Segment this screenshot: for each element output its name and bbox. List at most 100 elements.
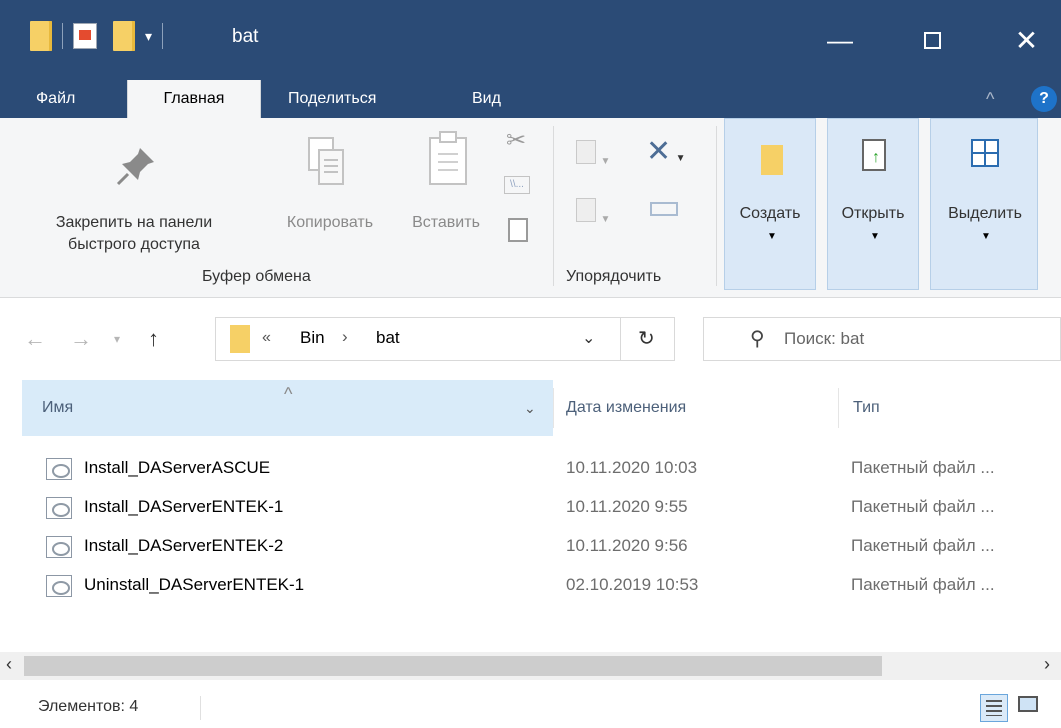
- close-icon: ✕: [1014, 24, 1039, 56]
- copy-to-button[interactable]: ▼: [576, 198, 620, 238]
- file-row[interactable]: Uninstall_DAServerENTEK-1 02.10.2019 10:…: [0, 567, 1061, 603]
- paste-shortcut-button[interactable]: [508, 218, 534, 246]
- address-bar[interactable]: « Bin › bat ⌄ ↻: [215, 317, 675, 361]
- copy-icon: [308, 137, 344, 185]
- search-box[interactable]: ⚲ Поиск: bat: [703, 317, 1061, 361]
- file-name: Install_DAServerASCUE: [84, 458, 271, 477]
- scissors-icon: ✂: [506, 127, 527, 154]
- horizontal-scrollbar[interactable]: ‹ ›: [0, 652, 1061, 680]
- file-type: Пакетный файл ...: [851, 497, 995, 516]
- details-view-button[interactable]: [980, 694, 1008, 722]
- batch-file-icon: [46, 575, 72, 597]
- pin-label-line1: Закрепить на панели: [55, 214, 213, 231]
- batch-file-icon: [46, 458, 72, 480]
- address-dropdown-icon[interactable]: ⌄: [582, 328, 595, 348]
- search-input[interactable]: Поиск: bat: [784, 329, 864, 349]
- chevron-down-icon: ▼: [870, 231, 880, 242]
- large-icons-view-icon: [1018, 696, 1038, 712]
- close-button[interactable]: ✕: [992, 0, 1061, 80]
- batch-file-icon: [46, 536, 72, 558]
- minimize-button[interactable]: —: [808, 0, 872, 80]
- move-to-button[interactable]: ▼: [576, 140, 620, 180]
- sort-ascending-icon: ^: [284, 384, 293, 404]
- scroll-right-icon[interactable]: ›: [1044, 654, 1050, 675]
- delete-icon: ✕: [646, 135, 672, 168]
- paste-shortcut-icon: [508, 218, 528, 242]
- up-icon[interactable]: ↑: [148, 326, 159, 352]
- file-date: 10.11.2020 9:55: [566, 497, 688, 516]
- search-icon: ⚲: [750, 328, 765, 350]
- forward-icon[interactable]: →: [70, 326, 92, 352]
- pin-label-line2: быстрого доступа: [68, 236, 200, 253]
- copy-label: Копировать: [286, 214, 374, 231]
- tab-home[interactable]: Главная: [127, 80, 261, 118]
- file-type: Пакетный файл ...: [851, 458, 995, 477]
- ribbon: Закрепить на панели быстрого доступа Коп…: [0, 118, 1061, 298]
- cut-button[interactable]: ✂: [506, 126, 538, 158]
- file-name: Install_DAServerENTEK-2: [84, 536, 284, 555]
- column-divider[interactable]: [553, 388, 554, 428]
- column-name[interactable]: Имя ^ ⌄: [22, 380, 553, 436]
- column-type[interactable]: Тип: [853, 380, 880, 436]
- navigation-bar: ← → ▾ ↑ « Bin › bat ⌄ ↻ ⚲ Поиск: bat: [0, 306, 1061, 370]
- file-row[interactable]: Install_DAServerENTEK-1 10.11.2020 9:55 …: [0, 489, 1061, 525]
- item-count: Элементов: 4: [38, 698, 139, 715]
- rename-button[interactable]: [650, 202, 690, 236]
- move-to-icon: [576, 140, 596, 164]
- create-button[interactable]: Создать ▼: [724, 118, 816, 290]
- separator: [200, 696, 201, 720]
- chevron-down-icon[interactable]: ⌄: [524, 380, 536, 436]
- separator: [62, 23, 63, 49]
- scroll-left-icon[interactable]: ‹: [6, 654, 12, 675]
- open-button[interactable]: ↑ Открыть ▼: [827, 118, 919, 290]
- file-row[interactable]: Install_DAServerENTEK-2 10.11.2020 9:56 …: [0, 528, 1061, 564]
- chevron-down-icon: ▼: [675, 153, 686, 164]
- paste-label: Вставить: [412, 214, 480, 231]
- group-separator: [553, 126, 554, 286]
- file-date: 02.10.2019 10:53: [566, 575, 699, 594]
- breadcrumb-overflow[interactable]: «: [262, 329, 271, 347]
- tab-share[interactable]: Поделиться: [274, 80, 390, 118]
- help-icon[interactable]: ?: [1031, 86, 1057, 112]
- column-date[interactable]: Дата изменения: [566, 380, 686, 436]
- properties-icon[interactable]: [73, 23, 97, 49]
- tab-file[interactable]: Файл: [22, 80, 89, 118]
- tab-view[interactable]: Вид: [458, 80, 515, 118]
- column-divider[interactable]: [838, 388, 839, 428]
- recent-locations-icon[interactable]: ▾: [114, 332, 120, 346]
- separator: [620, 318, 621, 360]
- maximize-button[interactable]: [900, 0, 964, 80]
- folder-icon: [30, 21, 52, 51]
- breadcrumb-bin[interactable]: Bin: [300, 328, 325, 348]
- paste-button[interactable]: Вставить: [398, 128, 494, 258]
- copy-path-button[interactable]: \\...: [504, 176, 538, 202]
- scrollbar-thumb[interactable]: [24, 656, 882, 676]
- pin-label: Закрепить на панели быстрого доступа: [14, 212, 254, 256]
- chevron-down-icon: ▼: [981, 231, 991, 242]
- batch-file-icon: [46, 497, 72, 519]
- new-folder-icon: [761, 145, 783, 175]
- select-button[interactable]: Выделить ▼: [930, 118, 1038, 290]
- file-row[interactable]: Install_DAServerASCUE 10.11.2020 10:03 П…: [0, 450, 1061, 486]
- copy-button[interactable]: Копировать: [260, 128, 400, 258]
- collapse-ribbon-icon[interactable]: ^: [972, 80, 1008, 118]
- back-icon[interactable]: ←: [24, 326, 46, 352]
- customize-quick-access-icon[interactable]: ▾: [145, 28, 152, 45]
- file-name: Install_DAServerENTEK-1: [84, 497, 284, 516]
- new-folder-icon[interactable]: [113, 21, 135, 51]
- details-view-icon: [986, 700, 1002, 716]
- delete-button[interactable]: ✕ ▼: [646, 134, 706, 178]
- breadcrumb-bat[interactable]: bat: [376, 328, 400, 348]
- copy-path-icon: \\...: [504, 176, 530, 194]
- file-name: Uninstall_DAServerENTEK-1: [84, 575, 305, 594]
- refresh-icon[interactable]: ↻: [638, 326, 655, 351]
- file-type: Пакетный файл ...: [851, 536, 995, 555]
- large-icons-view-button[interactable]: [1018, 696, 1044, 720]
- folder-icon: [230, 325, 250, 353]
- minimize-icon: —: [827, 24, 853, 55]
- select-label: Выделить: [948, 205, 1022, 222]
- pin-to-quick-access-button[interactable]: Закрепить на панели быстрого доступа: [14, 128, 254, 258]
- rename-icon: [650, 202, 678, 216]
- group-separator: [716, 126, 717, 286]
- paste-icon: [429, 131, 467, 185]
